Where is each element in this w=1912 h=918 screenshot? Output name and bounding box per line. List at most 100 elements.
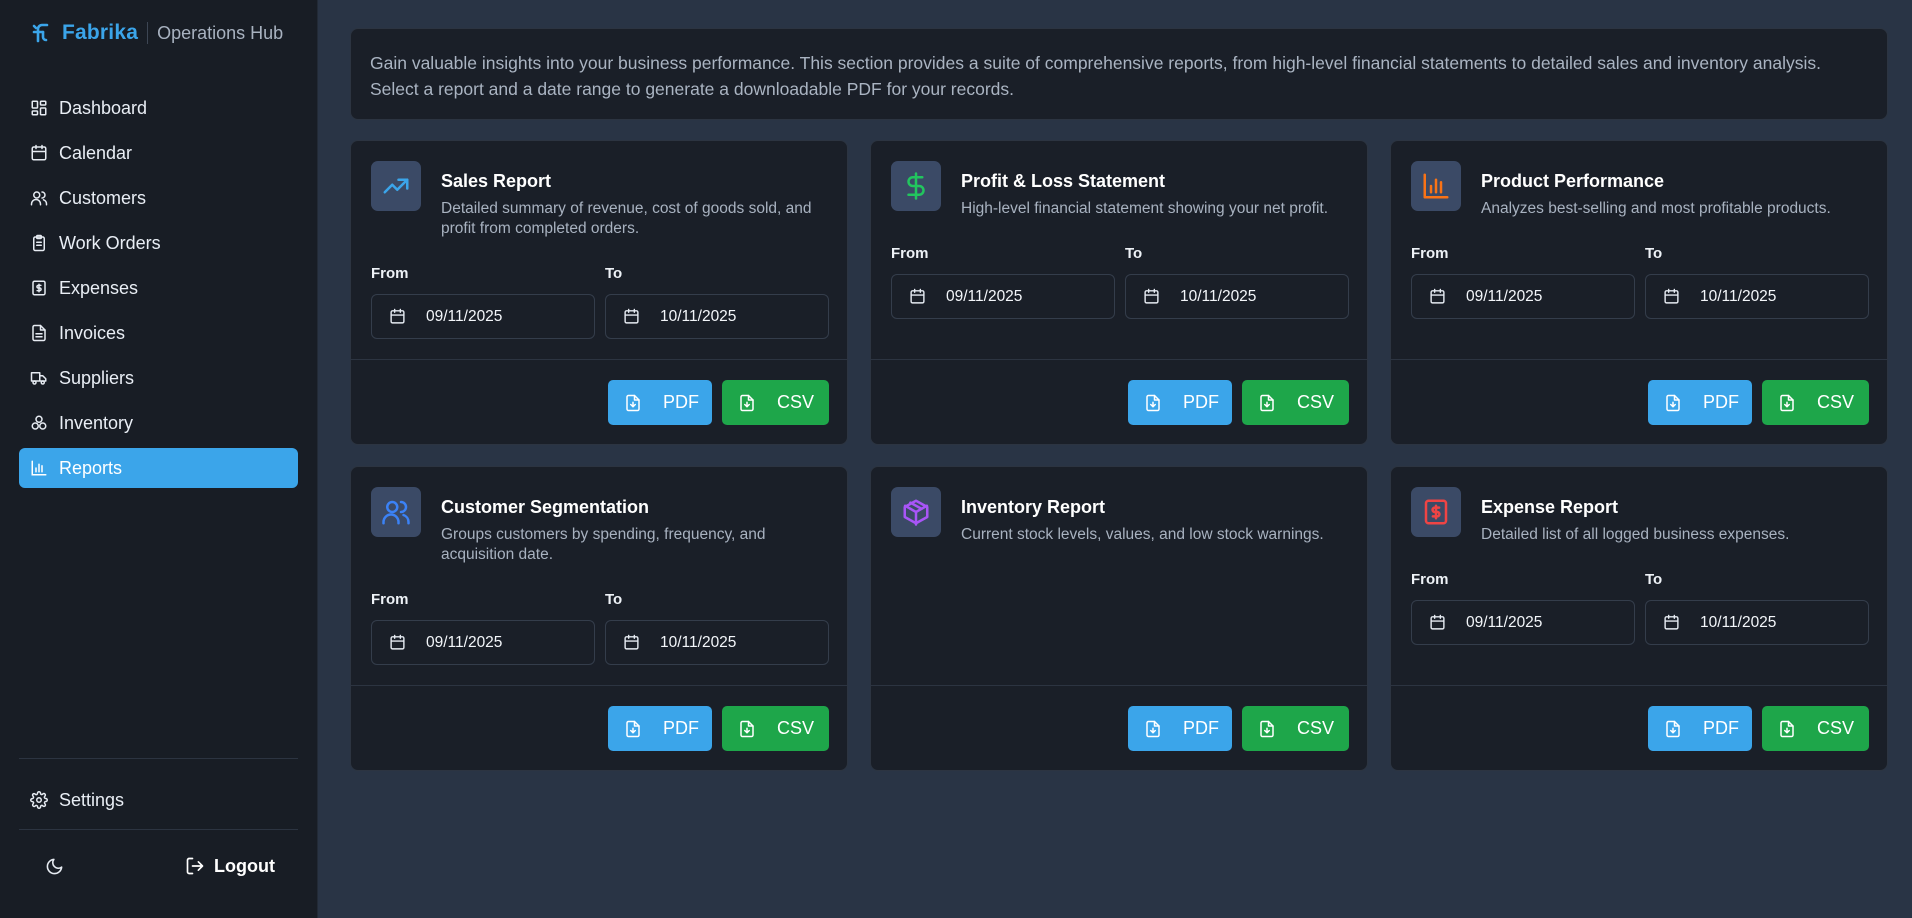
to-date-input[interactable]: 10/11/2025 (1645, 274, 1869, 319)
csv-label: CSV (1297, 392, 1335, 412)
calendar-icon (908, 288, 926, 306)
file-download-icon (1143, 719, 1163, 739)
sidebar-item-calendar[interactable]: Calendar (19, 133, 298, 173)
from-label: From (371, 265, 409, 282)
settings-label: Settings (59, 789, 125, 810)
calendar-icon (388, 308, 406, 326)
csv-label: CSV (777, 718, 815, 738)
brand-subtitle: Operations Hub (157, 22, 284, 43)
logout-button[interactable]: Logout (184, 850, 275, 882)
report-card-sales-report: Sales Report Detailed summary of revenue… (350, 140, 848, 445)
to-date-input[interactable]: 10/11/2025 (1645, 600, 1869, 645)
report-description: High-level financial statement showing y… (961, 200, 1329, 217)
from-date-input[interactable]: 09/11/2025 (891, 274, 1115, 319)
file-download-icon (1663, 719, 1683, 739)
from-date-value: 09/11/2025 (1466, 287, 1543, 305)
sidebar-item-label: Invoices (59, 322, 126, 343)
from-date-input[interactable]: 09/11/2025 (1411, 600, 1635, 645)
download-csv-button[interactable]: CSV (1242, 380, 1349, 425)
sidebar-item-customers[interactable]: Customers (19, 178, 298, 218)
dashboard-icon (29, 98, 49, 118)
download-csv-button[interactable]: CSV (1762, 706, 1869, 751)
dollar-receipt-icon (29, 278, 49, 298)
report-title: Product Performance (1481, 171, 1665, 191)
from-date-input[interactable]: 09/11/2025 (371, 620, 595, 665)
calendar-icon (1142, 288, 1160, 306)
to-date-input[interactable]: 10/11/2025 (1125, 274, 1349, 319)
sidebar-item-dashboard[interactable]: Dashboard (19, 88, 298, 128)
report-description: Analyzes best-selling and most profitabl… (1481, 200, 1831, 217)
sidebar-item-label: Reports (59, 457, 123, 478)
sidebar-nav: Dashboard Calendar Customers Work Orders… (19, 88, 298, 493)
download-pdf-button[interactable]: PDF (608, 380, 712, 425)
report-title: Profit & Loss Statement (961, 171, 1166, 191)
to-label: To (605, 591, 623, 608)
card-divider (871, 685, 1367, 686)
download-csv-button[interactable]: CSV (1242, 706, 1349, 751)
file-download-icon (1777, 393, 1797, 413)
report-card-profit-and-loss-statement: Profit & Loss Statement High-level finan… (870, 140, 1368, 445)
download-pdf-button[interactable]: PDF (608, 706, 712, 751)
logout-icon (184, 855, 206, 877)
dollar-icon (891, 161, 941, 211)
calendar-icon (1428, 614, 1446, 632)
from-label: From (371, 591, 409, 608)
report-title: Inventory Report (961, 497, 1106, 517)
to-label: To (1125, 245, 1143, 262)
card-divider (351, 685, 847, 686)
sidebar-item-work-orders[interactable]: Work Orders (19, 223, 298, 263)
from-date-input[interactable]: 09/11/2025 (371, 294, 595, 339)
sidebar-item-expenses[interactable]: Expenses (19, 268, 298, 308)
download-pdf-button[interactable]: PDF (1128, 706, 1232, 751)
calendar-icon (622, 308, 640, 326)
pdf-label: PDF (663, 392, 699, 412)
download-csv-button[interactable]: CSV (722, 706, 829, 751)
download-pdf-button[interactable]: PDF (1648, 706, 1752, 751)
file-download-icon (1777, 719, 1797, 739)
sidebar-divider (19, 758, 298, 759)
sidebar-item-settings[interactable]: Settings (19, 780, 298, 820)
to-label: To (1645, 571, 1663, 588)
to-date-value: 10/11/2025 (1180, 287, 1257, 305)
report-title: Expense Report (1481, 497, 1619, 517)
from-date-input[interactable]: 09/11/2025 (1411, 274, 1635, 319)
truck-icon (29, 368, 49, 388)
gear-icon (29, 790, 49, 810)
download-csv-button[interactable]: CSV (722, 380, 829, 425)
sidebar-item-label: Calendar (59, 142, 133, 163)
calendar-icon (1662, 614, 1680, 632)
sidebar-item-label: Expenses (59, 277, 139, 298)
brand-separator (147, 22, 149, 44)
csv-label: CSV (1297, 718, 1335, 738)
calendar-icon (1428, 288, 1446, 306)
brand[interactable]: Fabrika Operations Hub (30, 18, 283, 48)
csv-label: CSV (777, 392, 815, 412)
report-card-expense-report: Expense Report Detailed list of all logg… (1390, 466, 1888, 771)
theme-toggle-button[interactable] (40, 852, 68, 880)
sidebar-item-label: Dashboard (59, 97, 148, 118)
download-pdf-button[interactable]: PDF (1128, 380, 1232, 425)
download-csv-button[interactable]: CSV (1762, 380, 1869, 425)
sidebar-item-invoices[interactable]: Invoices (19, 313, 298, 353)
to-date-input[interactable]: 10/11/2025 (605, 294, 829, 339)
pdf-label: PDF (1183, 392, 1219, 412)
file-download-icon (737, 719, 757, 739)
to-label: To (1645, 245, 1663, 262)
from-date-value: 09/11/2025 (426, 307, 503, 325)
download-pdf-button[interactable]: PDF (1648, 380, 1752, 425)
to-date-input[interactable]: 10/11/2025 (605, 620, 829, 665)
reports-intro: Gain valuable insights into your busines… (350, 28, 1888, 120)
sidebar-item-reports[interactable]: Reports (19, 448, 298, 488)
sidebar-item-inventory[interactable]: Inventory (19, 403, 298, 443)
users-icon (371, 487, 421, 537)
report-title: Customer Segmentation (441, 497, 650, 517)
pdf-label: PDF (1703, 718, 1739, 738)
trending-up-icon (371, 161, 421, 211)
package-icon (891, 487, 941, 537)
file-text-icon (29, 323, 49, 343)
boxes-icon (29, 413, 49, 433)
intro-text: Gain valuable insights into your busines… (370, 53, 1821, 99)
sidebar-item-suppliers[interactable]: Suppliers (19, 358, 298, 398)
calendar-icon (622, 634, 640, 652)
to-date-value: 10/11/2025 (1700, 613, 1777, 631)
